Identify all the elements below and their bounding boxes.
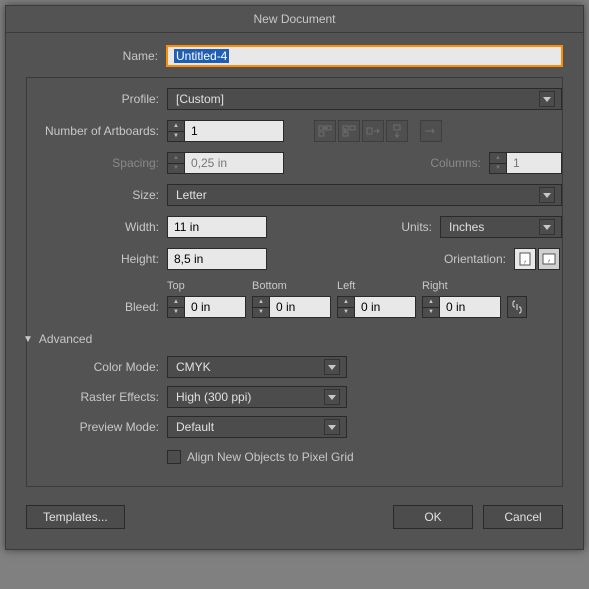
bleed-left-input[interactable]: 0 in — [354, 296, 416, 318]
orientation-label: Orientation: — [444, 252, 514, 266]
arrange-column-icon[interactable] — [386, 120, 408, 142]
orientation-portrait-button[interactable] — [514, 248, 536, 270]
profile-dropdown[interactable]: [Custom] — [167, 88, 562, 110]
raster-effects-dropdown[interactable]: High (300 ppi) — [167, 386, 347, 408]
spacing-stepper: ▲▼ — [167, 152, 185, 174]
preview-mode-value: Default — [176, 420, 214, 434]
size-dropdown[interactable]: Letter — [167, 184, 562, 206]
arrange-rtl-icon[interactable] — [420, 120, 442, 142]
preview-mode-label: Preview Mode: — [27, 420, 167, 434]
bleed-left-label: Left — [337, 280, 416, 292]
raster-effects-value: High (300 ppi) — [176, 390, 251, 404]
bleed-top-stepper[interactable]: ▲▼ — [167, 296, 185, 318]
chevron-down-icon — [539, 219, 555, 235]
bleed-right-stepper[interactable]: ▲▼ — [422, 296, 440, 318]
columns-label: Columns: — [430, 156, 489, 170]
width-label: Width: — [27, 220, 167, 234]
align-pixel-grid-label: Align New Objects to Pixel Grid — [187, 450, 354, 464]
units-label: Units: — [401, 220, 440, 234]
align-pixel-grid-checkbox[interactable] — [167, 450, 181, 464]
main-fieldset: Profile: [Custom] Number of Artboards: ▲… — [26, 77, 563, 487]
bleed-right-input[interactable]: 0 in — [439, 296, 501, 318]
bleed-label: Bleed: — [27, 300, 167, 314]
bleed-bottom-input[interactable]: 0 in — [269, 296, 331, 318]
columns-stepper: ▲▼ — [489, 152, 507, 174]
disclosure-triangle-icon: ▼ — [23, 334, 33, 345]
color-mode-label: Color Mode: — [27, 360, 167, 374]
height-label: Height: — [27, 252, 167, 266]
columns-input: 1 — [506, 152, 562, 174]
artboards-input[interactable]: 1 — [184, 120, 284, 142]
bleed-right-label: Right — [422, 280, 501, 292]
dialog-title: New Document — [6, 6, 583, 33]
bleed-top-label: Top — [167, 280, 246, 292]
chevron-down-icon — [324, 389, 340, 405]
color-mode-value: CMYK — [176, 360, 211, 374]
bleed-bottom-stepper[interactable]: ▲▼ — [252, 296, 270, 318]
name-label: Name: — [26, 49, 166, 63]
units-dropdown[interactable]: Inches — [440, 216, 562, 238]
preview-mode-dropdown[interactable]: Default — [167, 416, 347, 438]
chevron-down-icon — [324, 419, 340, 435]
bleed-left-stepper[interactable]: ▲▼ — [337, 296, 355, 318]
grid-by-row-icon[interactable] — [314, 120, 336, 142]
advanced-label: Advanced — [39, 332, 92, 346]
width-input[interactable]: 11 in — [167, 216, 267, 238]
advanced-toggle[interactable]: ▼ Advanced — [23, 332, 562, 346]
bleed-bottom-label: Bottom — [252, 280, 331, 292]
size-value: Letter — [176, 188, 207, 202]
units-value: Inches — [449, 220, 484, 234]
raster-effects-label: Raster Effects: — [27, 390, 167, 404]
grid-by-column-icon[interactable] — [338, 120, 360, 142]
ok-button[interactable]: OK — [393, 505, 473, 529]
size-label: Size: — [27, 188, 167, 202]
orientation-landscape-button[interactable] — [538, 248, 560, 270]
artboards-stepper[interactable]: ▲▼ — [167, 120, 185, 142]
spacing-input: 0,25 in — [184, 152, 284, 174]
color-mode-dropdown[interactable]: CMYK — [167, 356, 347, 378]
templates-button[interactable]: Templates... — [26, 505, 125, 529]
chevron-down-icon — [539, 91, 555, 107]
height-input[interactable]: 8,5 in — [167, 248, 267, 270]
profile-value: [Custom] — [176, 92, 224, 106]
chevron-down-icon — [324, 359, 340, 375]
cancel-button[interactable]: Cancel — [483, 505, 563, 529]
bleed-top-input[interactable]: 0 in — [184, 296, 246, 318]
name-input[interactable]: Untitled-4 — [166, 45, 563, 67]
new-document-dialog: New Document Name: Untitled-4 Profile: [… — [5, 5, 584, 550]
chevron-down-icon — [539, 187, 555, 203]
arrange-row-icon[interactable] — [362, 120, 384, 142]
artboards-label: Number of Artboards: — [27, 124, 167, 138]
profile-label: Profile: — [27, 92, 167, 106]
link-bleed-icon[interactable] — [507, 296, 527, 318]
spacing-label: Spacing: — [27, 156, 167, 170]
